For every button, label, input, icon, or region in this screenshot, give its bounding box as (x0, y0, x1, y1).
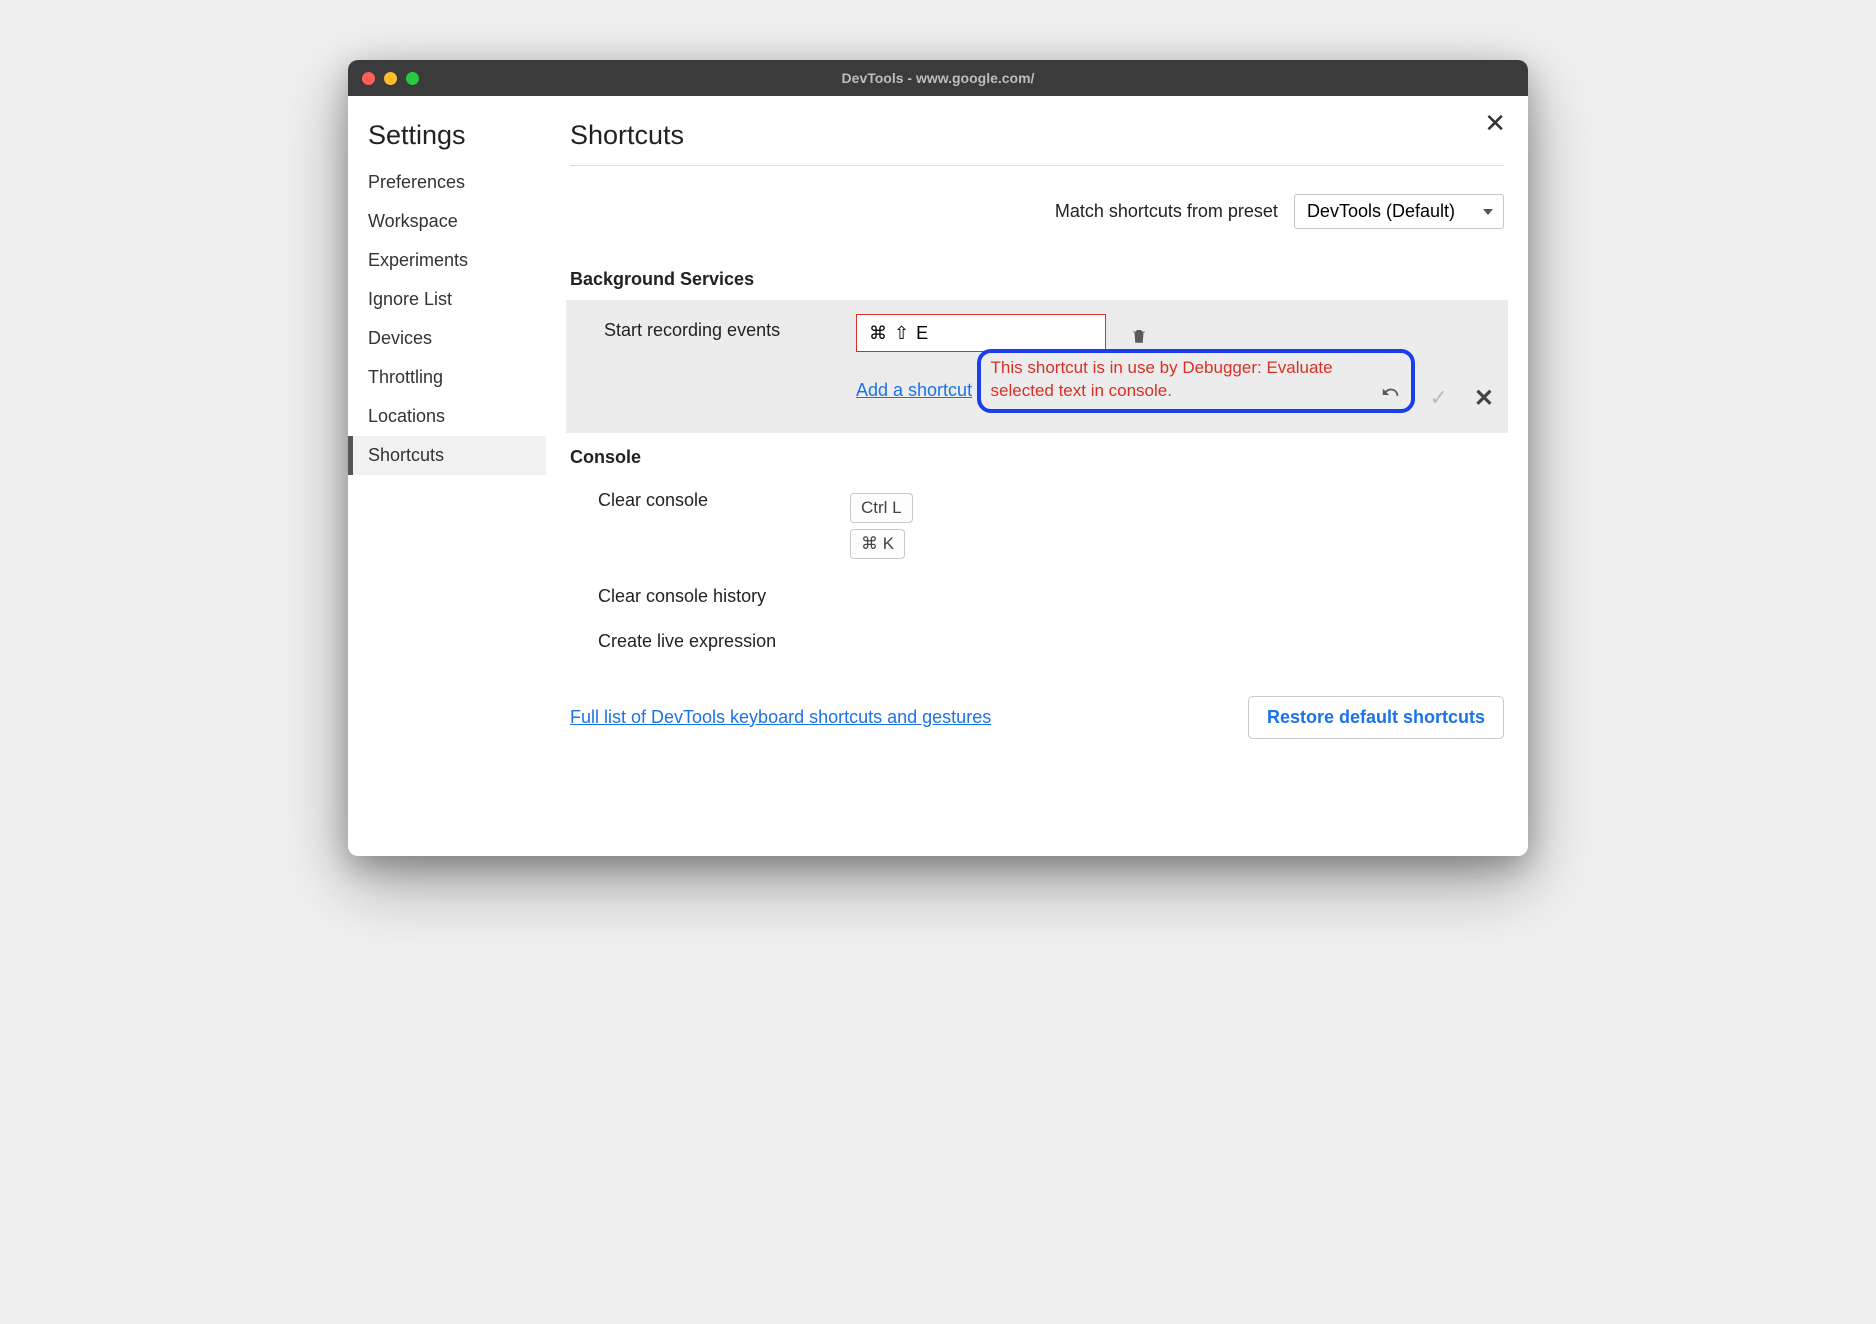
shortcut-input-value: ⌘ ⇧ E (869, 323, 929, 344)
shortcut-chip: Ctrl L (850, 493, 913, 523)
traffic-lights (362, 72, 419, 85)
sidebar-item-preferences[interactable]: Preferences (348, 163, 546, 202)
window-minimize-button[interactable] (384, 72, 397, 85)
preset-select[interactable]: DevTools (Default) (1294, 194, 1504, 229)
close-icon[interactable]: ✕ (1484, 110, 1506, 136)
settings-sidebar: Settings Preferences Workspace Experimen… (348, 96, 546, 856)
preset-row: Match shortcuts from preset DevTools (De… (570, 194, 1504, 229)
shortcut-chip: ⌘ K (850, 529, 905, 559)
sidebar-item-devices[interactable]: Devices (348, 319, 546, 358)
full-list-link[interactable]: Full list of DevTools keyboard shortcuts… (570, 707, 991, 728)
sidebar-item-experiments[interactable]: Experiments (348, 241, 546, 280)
sidebar-item-workspace[interactable]: Workspace (348, 202, 546, 241)
cancel-icon[interactable]: ✕ (1474, 384, 1494, 413)
action-label: Start recording events (576, 314, 856, 341)
trash-icon[interactable] (1130, 319, 1148, 348)
footer: Full list of DevTools keyboard shortcuts… (570, 696, 1504, 739)
action-label: Clear console (570, 490, 850, 511)
window-zoom-button[interactable] (406, 72, 419, 85)
action-row-clear-console-history[interactable]: Clear console history (570, 574, 1504, 619)
devtools-settings-window: DevTools - www.google.com/ ✕ Settings Pr… (348, 60, 1528, 856)
error-annotation: This shortcut is in use by Debugger: Eva… (977, 349, 1415, 413)
titlebar: DevTools - www.google.com/ (348, 60, 1528, 96)
sidebar-item-shortcuts[interactable]: Shortcuts (348, 436, 546, 475)
sidebar-item-ignore-list[interactable]: Ignore List (348, 280, 546, 319)
category-title-background-services: Background Services (570, 269, 1504, 290)
shortcuts-panel: Shortcuts Match shortcuts from preset De… (546, 96, 1528, 856)
undo-icon[interactable] (1379, 384, 1403, 412)
shortcut-editing-row: Start recording events ⌘ ⇧ E Add a short… (566, 300, 1508, 433)
window-close-button[interactable] (362, 72, 375, 85)
action-label: Create live expression (570, 631, 850, 652)
shortcut-input[interactable]: ⌘ ⇧ E (856, 314, 1106, 352)
sidebar-item-throttling[interactable]: Throttling (348, 358, 546, 397)
action-row-create-live-expression[interactable]: Create live expression (570, 619, 1504, 664)
preset-label: Match shortcuts from preset (1055, 201, 1278, 222)
shortcut-error-message: This shortcut is in use by Debugger: Eva… (991, 357, 1401, 403)
checkmark-icon[interactable]: ✓ (1429, 385, 1447, 411)
preset-selected-value: DevTools (Default) (1307, 201, 1455, 222)
category-title-console: Console (570, 447, 1504, 468)
action-row-clear-console[interactable]: Clear console Ctrl L ⌘ K (570, 478, 1504, 574)
sidebar-item-locations[interactable]: Locations (348, 397, 546, 436)
action-label: Clear console history (570, 586, 850, 607)
restore-defaults-button[interactable]: Restore default shortcuts (1248, 696, 1504, 739)
add-shortcut-link[interactable]: Add a shortcut (856, 380, 972, 401)
sidebar-heading: Settings (348, 120, 546, 163)
page-title: Shortcuts (570, 120, 1504, 166)
window-title: DevTools - www.google.com/ (348, 70, 1528, 86)
editing-actions: ✓ ✕ (1379, 384, 1494, 413)
chevron-down-icon (1483, 209, 1493, 215)
